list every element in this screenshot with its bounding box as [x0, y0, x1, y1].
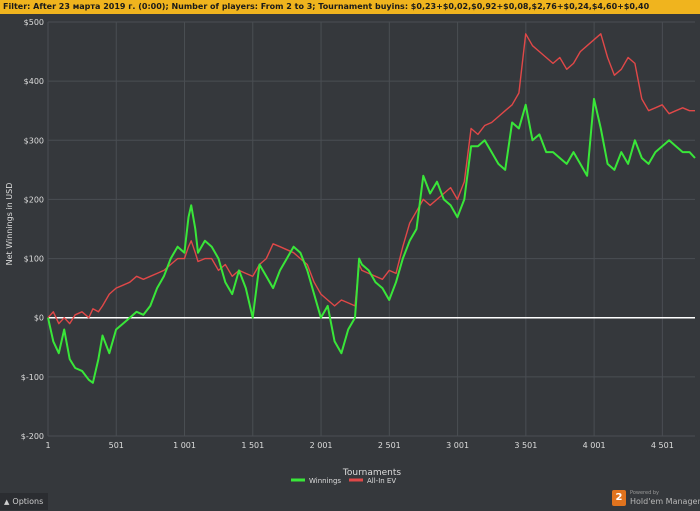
net-winnings-chart: 1 501 1 001 1 501 2 001 2 501 3 001 3 501 4 001 4… [5, 18, 696, 485]
x-tick-label: 2 501 [378, 441, 401, 450]
x-tick-label: 3 501 [514, 441, 537, 450]
y-tick-label: $200 [24, 195, 44, 204]
x-tick-label: 1 501 [241, 441, 264, 450]
x-tick-label: 2 001 [310, 441, 333, 450]
legend-label-allin-ev: All-In EV [367, 477, 396, 485]
powered-by-text: Powered by [630, 490, 659, 496]
grid-layer: 1 501 1 001 1 501 2 001 2 501 3 001 3 501 4 001 4… [21, 18, 695, 450]
y-tick-label: $100 [24, 255, 44, 264]
options-button[interactable]: ▲ Options [0, 493, 48, 510]
y-tick-label: $0 [34, 314, 44, 323]
legend-label-winnings: Winnings [309, 477, 341, 485]
y-tick-label: $400 [24, 77, 44, 86]
brand-name: Hold'em Manager [630, 497, 700, 506]
x-tick-label: 1 [45, 441, 50, 450]
triangle-up-icon: ▲ [4, 498, 10, 506]
x-tick-label: 501 [109, 441, 124, 450]
legend: Winnings All-In EV [291, 477, 396, 485]
winnings-line [47, 97, 696, 384]
series-layer [47, 33, 696, 384]
y-tick-label: $300 [24, 136, 44, 145]
filter-text: After 23 марта 2019 г. (0:00); Number of… [33, 2, 650, 11]
options-label: Options [12, 497, 44, 506]
y-tick-label: $-200 [21, 432, 44, 441]
allin-ev-line [47, 33, 695, 325]
filter-bar: Filter: After 23 марта 2019 г. (0:00); N… [0, 0, 700, 14]
x-tick-label: 4 001 [583, 441, 606, 450]
filter-label: Filter: [3, 2, 31, 11]
y-tick-label: $500 [24, 18, 44, 27]
x-tick-label: 1 001 [173, 441, 196, 450]
x-tick-label: 3 001 [446, 441, 469, 450]
x-tick-label: 4 501 [651, 441, 674, 450]
y-axis-title: Net Winnings in USD [5, 183, 14, 266]
holdem-manager-logo: 2 Powered by Hold'em Manager [612, 488, 700, 510]
y-tick-label: $-100 [21, 373, 44, 382]
brand-badge: 2 [612, 490, 626, 506]
